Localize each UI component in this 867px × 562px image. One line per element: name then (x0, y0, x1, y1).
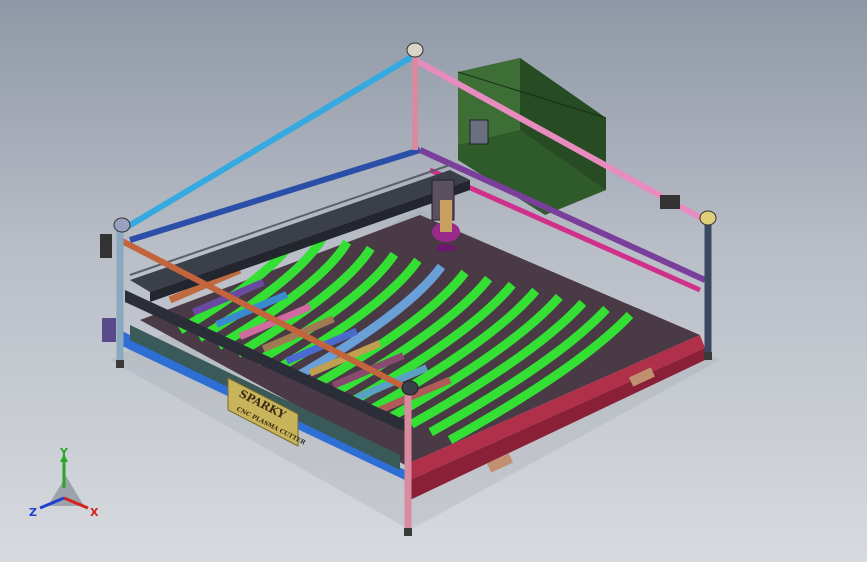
y-axis-label: Y (59, 448, 69, 459)
back-left-rail (129, 147, 421, 243)
x-axis-label: X (90, 506, 99, 519)
z-axis-label: Z (29, 506, 37, 519)
axis-triad[interactable]: Y X Z (26, 448, 106, 524)
cad-viewport[interactable]: SPARKY CNC PLASMA CUTTER Y X Z (0, 0, 867, 562)
cnc-plasma-cutter-model[interactable]: SPARKY CNC PLASMA CUTTER (0, 0, 867, 562)
